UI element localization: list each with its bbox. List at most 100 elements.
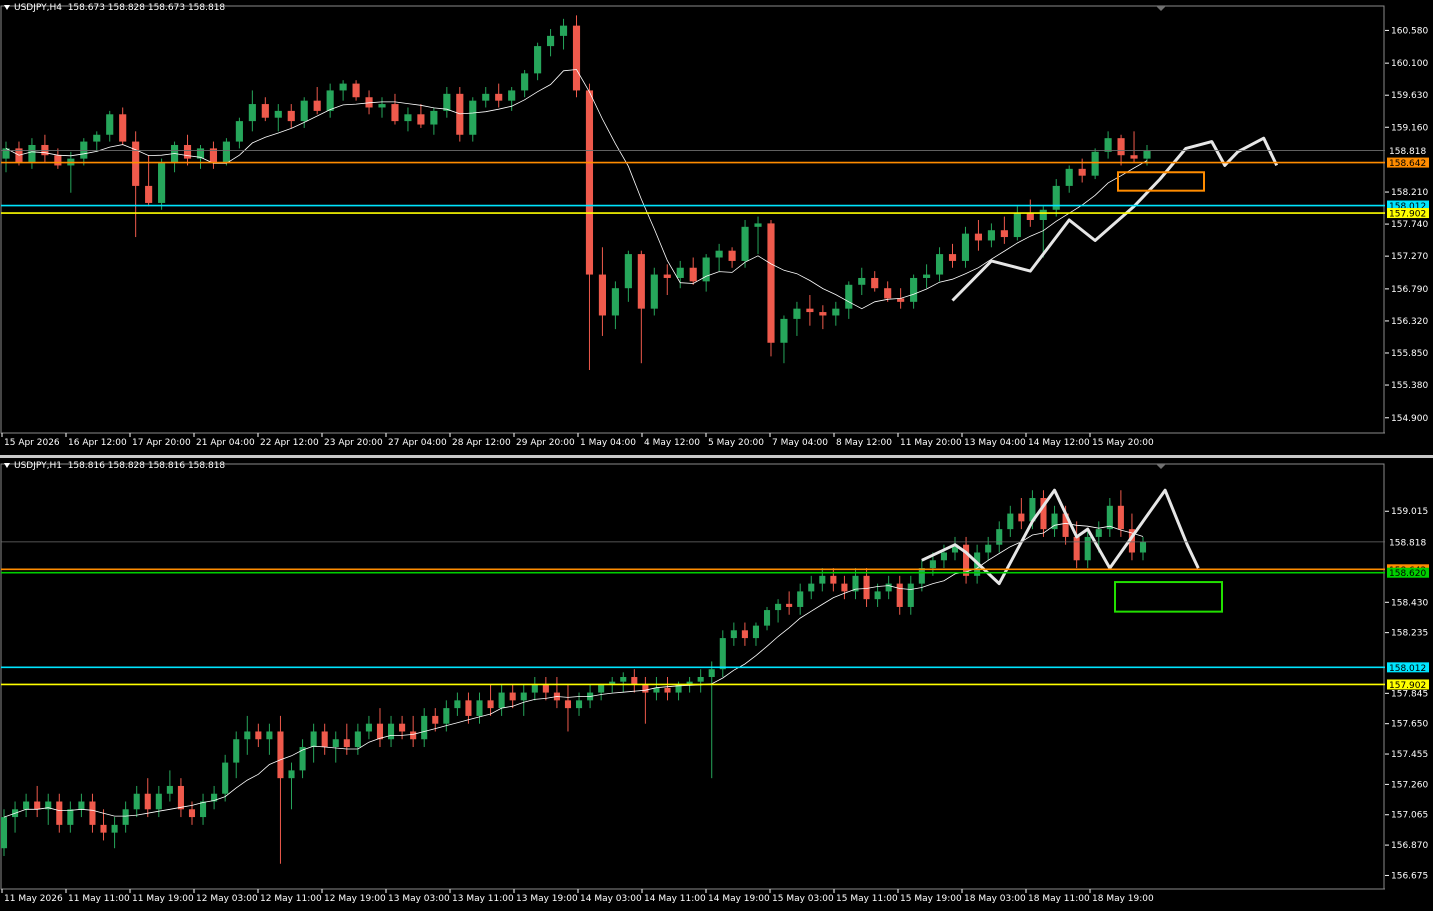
candle-body	[741, 226, 749, 261]
h4-time-label: 21 Apr 04:00	[196, 438, 255, 448]
candle-body	[177, 785, 184, 810]
h1-time-label: 13 May 03:00	[388, 894, 450, 904]
candle-body	[940, 552, 947, 561]
h1-chart-panel[interactable]: 159.015 158.430 158.235 157.845 157.650 157.4…	[0, 458, 1433, 911]
h1-price-tick-label: 159.015	[1391, 507, 1428, 517]
h1-ohlc: 158.816 158.828 158.816 158.818	[67, 461, 226, 471]
candle-body	[715, 250, 723, 258]
h4-ohlc: 158.673 158.828 158.673 158.818	[67, 3, 226, 13]
candle-body	[1007, 513, 1014, 530]
candle-body	[54, 155, 62, 166]
candle-body	[754, 223, 762, 227]
candle-body	[339, 83, 347, 91]
candle-body	[910, 277, 918, 302]
candle-body	[728, 250, 736, 261]
candle-body	[1013, 213, 1021, 238]
h1-target-zone-box[interactable]	[1114, 581, 1223, 613]
candle-body	[465, 700, 472, 716]
h4-time-label: 13 May 04:00	[964, 438, 1026, 448]
h4-time-label: 8 May 12:00	[836, 438, 892, 448]
candle-body	[1084, 536, 1091, 561]
candle-body	[1073, 536, 1080, 561]
candle-body	[585, 90, 594, 275]
h4-price-tick-label: 157.270	[1391, 252, 1428, 262]
candle-body	[521, 73, 529, 91]
candle-body	[89, 801, 96, 825]
candle-body	[158, 162, 166, 203]
candle-body	[313, 100, 321, 111]
h4-price-tick-label: 160.100	[1391, 59, 1428, 69]
h4-chart-canvas[interactable]: 160.580 160.100 159.630 159.160 158.210 157.7…	[0, 0, 1433, 455]
candle-body	[845, 284, 853, 309]
h4-price-tick-label: 159.160	[1391, 123, 1428, 133]
h4-price-tick-label: 160.580	[1391, 26, 1428, 36]
candle-body	[819, 312, 827, 316]
candle-body	[996, 529, 1003, 545]
candle-body	[1000, 230, 1008, 238]
h4-time-label: 27 Apr 04:00	[388, 438, 447, 448]
h4-target-zone-box[interactable]	[1117, 171, 1205, 192]
candle-body	[122, 809, 129, 825]
candle-body	[863, 575, 870, 600]
candle-body	[1065, 168, 1073, 186]
h1-shift-marker-icon[interactable]	[1156, 464, 1166, 469]
candle-body	[352, 83, 360, 98]
candle-body	[885, 583, 892, 592]
candle-body	[730, 630, 737, 639]
h4-shift-marker-icon[interactable]	[1156, 6, 1166, 11]
candle-body	[34, 801, 41, 810]
h1-time-label: 15 May 11:00	[836, 894, 898, 904]
candle-body	[708, 669, 715, 677]
candle-body	[775, 603, 782, 611]
h1-time-label: 12 May 19:00	[324, 894, 386, 904]
candle-body	[299, 747, 306, 771]
candle-body	[132, 141, 140, 186]
dropdown-triangle-icon[interactable]	[4, 463, 10, 468]
candle-body	[664, 687, 671, 693]
candle-body	[387, 723, 395, 740]
candle-body	[343, 739, 350, 748]
candle-body	[274, 110, 282, 118]
h1-level-tag-label: 158.012	[1389, 664, 1426, 674]
h4-price-tick-label: 154.900	[1391, 414, 1428, 424]
h1-price-tick-label: 156.870	[1391, 841, 1428, 851]
h4-chart-header: USDJPY,H4 158.673 158.828 158.673 158.81…	[4, 3, 225, 13]
candle-body	[624, 254, 632, 289]
candle-body	[858, 277, 866, 285]
h4-time-label: 16 Apr 12:00	[68, 438, 127, 448]
candle-body	[133, 793, 140, 810]
candle-body	[266, 731, 273, 740]
candle-body	[572, 25, 581, 91]
h1-time-label: 11 May 11:00	[68, 894, 130, 904]
h1-chart-header: USDJPY,H1 158.816 158.828 158.816 158.81…	[4, 461, 225, 471]
candle-body	[145, 185, 153, 203]
h1-time-label: 15 May 03:00	[772, 894, 834, 904]
h1-level-tag-label: 157.902	[1389, 681, 1426, 691]
candle-body	[961, 233, 970, 261]
candle-body	[111, 824, 118, 833]
candle-body	[200, 801, 207, 818]
candle-body	[277, 731, 284, 779]
candle-body	[119, 114, 127, 142]
candle-body	[689, 267, 697, 282]
candle-body	[288, 770, 295, 779]
candle-body	[365, 723, 372, 732]
candle-body	[78, 801, 85, 810]
candle-body	[248, 104, 256, 122]
candle-body	[482, 93, 490, 101]
h4-time-label: 23 Apr 20:00	[324, 438, 383, 448]
h1-price-tick-label: 157.260	[1391, 780, 1428, 790]
candle-body	[1026, 213, 1034, 220]
h1-price-tick-label: 157.065	[1391, 811, 1428, 821]
candle-body	[1018, 513, 1025, 522]
h1-chart-canvas[interactable]: 159.015158.430158.235157.845157.650157.4…	[0, 458, 1433, 911]
candle-body	[443, 708, 450, 724]
h1-time-label: 11 May 19:00	[132, 894, 194, 904]
h4-chart-panel[interactable]: 160.580 160.100 159.630 159.160 158.210 157.7…	[0, 0, 1433, 455]
dropdown-triangle-icon[interactable]	[4, 5, 10, 10]
h1-price-tick-label: 157.455	[1391, 750, 1428, 760]
candle-body	[222, 141, 230, 163]
candle-body	[1106, 505, 1113, 530]
candle-body	[1130, 155, 1138, 159]
candle-body	[454, 700, 461, 709]
